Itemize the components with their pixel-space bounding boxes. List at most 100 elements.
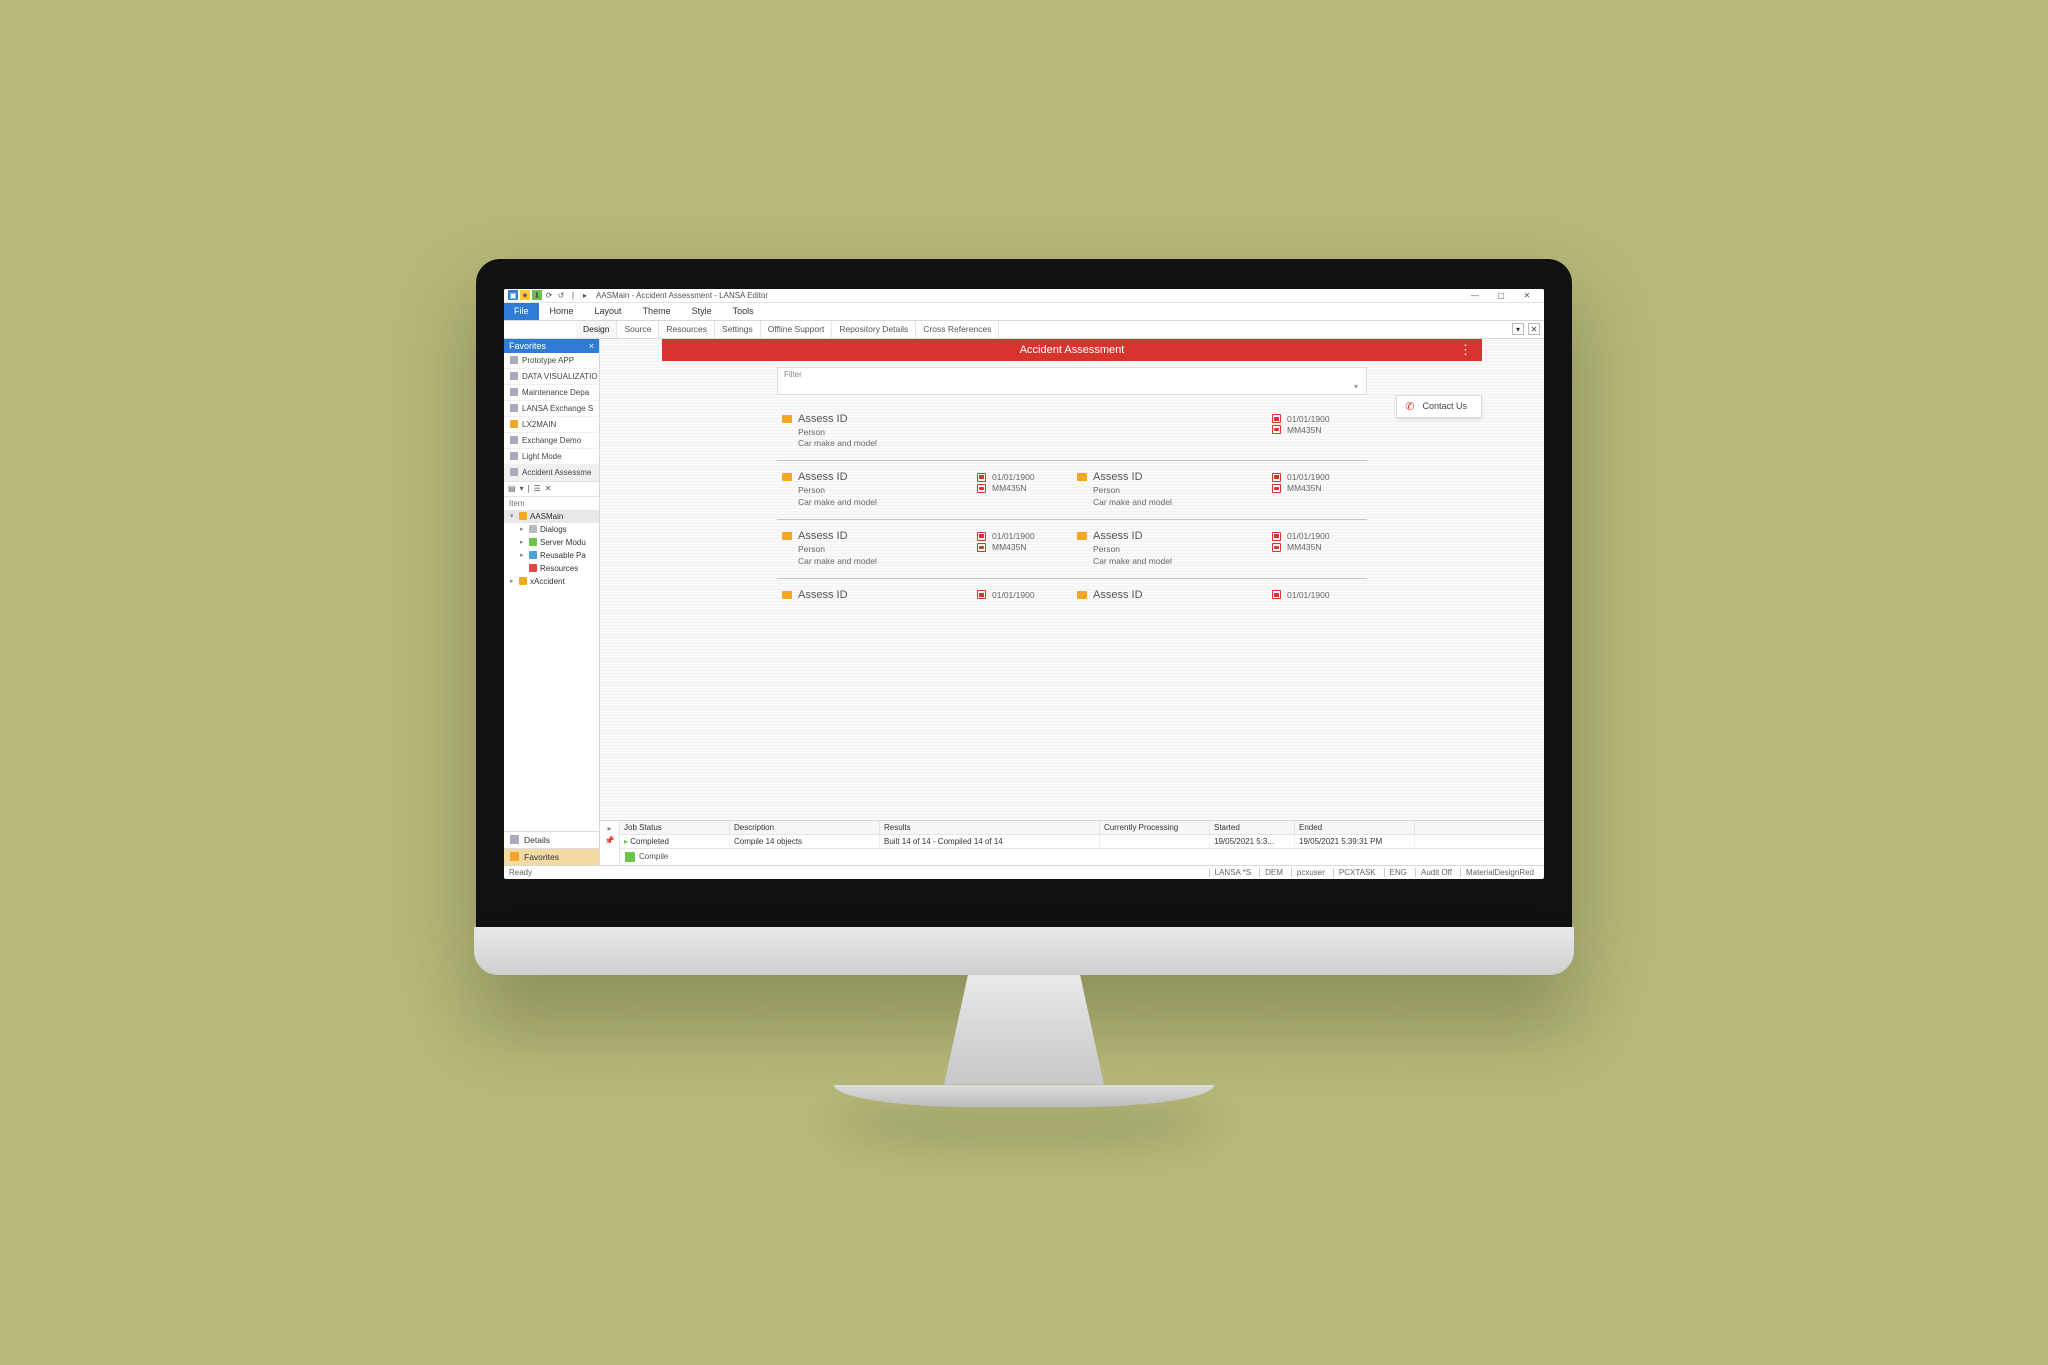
- qa-icon-6[interactable]: ▸: [580, 290, 590, 300]
- status-segment: DEM: [1259, 868, 1288, 877]
- subtab-settings[interactable]: Settings: [715, 321, 761, 338]
- project-tree: ▾AASMain ▸Dialogs ▸Server Modu ▸Reusable…: [504, 510, 599, 831]
- toolbar-icon[interactable]: ☰: [534, 484, 541, 493]
- folder-icon: [782, 591, 792, 599]
- qa-icon-3[interactable]: ⬇: [532, 290, 542, 300]
- fav-item[interactable]: Light Mode: [504, 449, 599, 465]
- folder-icon: [782, 532, 792, 540]
- tree-node[interactable]: ▸Server Modu: [504, 536, 599, 549]
- folder-icon: [1077, 532, 1087, 540]
- panel-handle-icon[interactable]: ▸: [607, 824, 611, 833]
- subtab-design[interactable]: Design: [576, 321, 617, 338]
- menu-style[interactable]: Style: [682, 303, 722, 320]
- tree-node[interactable]: ▸xAccident: [504, 575, 599, 588]
- tree-root[interactable]: ▾AASMain: [504, 510, 599, 523]
- assessment-card[interactable]: Assess ID PersonCar make and model 01/01…: [777, 530, 1072, 568]
- subtab-repo[interactable]: Repository Details: [832, 321, 916, 338]
- menu-theme[interactable]: Theme: [633, 303, 681, 320]
- design-canvas-area: Accident Assessment ⋮ Filter ▾ ✆ Contact…: [600, 339, 1544, 865]
- monitor-base: [834, 1085, 1214, 1107]
- preview-title: Accident Assessment: [1020, 344, 1125, 356]
- assessment-card[interactable]: Assess ID PersonCar make and model 01/01…: [1072, 471, 1367, 509]
- car-icon: [977, 484, 986, 493]
- assessment-card[interactable]: Assess ID PersonCar make and model 01/01…: [777, 471, 1072, 509]
- panel-close-icon[interactable]: ✕: [1528, 323, 1540, 335]
- menu-home[interactable]: Home: [540, 303, 584, 320]
- qa-icon-1[interactable]: ▣: [508, 290, 518, 300]
- compile-tab[interactable]: Compile: [620, 848, 1544, 865]
- car-icon: [1272, 425, 1281, 434]
- calendar-icon: [977, 590, 986, 599]
- calendar-icon: [1272, 414, 1281, 423]
- favorites-list: Prototype APP DATA VISUALIZATIO Maintena…: [504, 353, 599, 481]
- favorites-header: Favorites ×: [504, 339, 599, 353]
- subtab-source[interactable]: Source: [617, 321, 659, 338]
- panel-toggle-icon[interactable]: ▾: [1512, 323, 1524, 335]
- assessment-card[interactable]: Assess ID 01/01/1900: [1072, 589, 1367, 603]
- calendar-icon: [977, 532, 986, 541]
- monitor-mockup: ▣ ★ ⬇ ⟳ ↺ | ▸ AASMain - Accident Assessm…: [474, 259, 1574, 1107]
- job-table-row[interactable]: ▸ Completed Compile 14 objects Built 14 …: [620, 835, 1544, 848]
- status-segment: LANSA *S: [1209, 868, 1256, 877]
- chevron-down-icon: ▾: [1354, 382, 1358, 391]
- fav-item[interactable]: Exchange Demo: [504, 433, 599, 449]
- window-title: AASMain - Accident Assessment - LANSA Ed…: [596, 291, 768, 300]
- tree-node[interactable]: ▸Dialogs: [504, 523, 599, 536]
- fav-item[interactable]: LANSA Exchange S: [504, 401, 599, 417]
- fav-item[interactable]: DATA VISUALIZATIO: [504, 369, 599, 385]
- menu-tools[interactable]: Tools: [723, 303, 764, 320]
- car-icon: [977, 543, 986, 552]
- fav-item[interactable]: Maintenance Depa: [504, 385, 599, 401]
- window-titlebar: ▣ ★ ⬇ ⟳ ↺ | ▸ AASMain - Accident Assessm…: [504, 289, 1544, 303]
- favorites-toolbar: ▤▾ | ☰ ✕: [504, 481, 599, 497]
- assessment-card[interactable]: Assess ID PersonCar make and model 01/01…: [1072, 530, 1367, 568]
- assessment-card[interactable]: Assess ID Person Car make and model: [777, 413, 1367, 451]
- folder-icon: [782, 415, 792, 423]
- status-bar: Ready LANSA *S DEM pcxuser PCXTASK ENG A…: [504, 865, 1544, 879]
- favorites-panel: Favorites × Prototype APP DATA VISUALIZA…: [504, 339, 600, 865]
- minimize-button[interactable]: —: [1462, 289, 1488, 303]
- phone-icon: ✆: [1405, 400, 1414, 413]
- fav-item[interactable]: Prototype APP: [504, 353, 599, 369]
- subtab-resources[interactable]: Resources: [659, 321, 715, 338]
- qa-icon-4[interactable]: ⟳: [544, 290, 554, 300]
- qa-icon-2[interactable]: ★: [520, 290, 530, 300]
- pin-icon[interactable]: 📌: [605, 836, 615, 845]
- folder-icon: [1077, 591, 1087, 599]
- folder-icon: [782, 473, 792, 481]
- ribbon-menubar: File Home Layout Theme Style Tools: [504, 303, 1544, 321]
- close-button[interactable]: ✕: [1514, 289, 1540, 303]
- qa-icon-5[interactable]: ↺: [556, 290, 566, 300]
- calendar-icon: [1272, 590, 1281, 599]
- favorites-close-icon[interactable]: ×: [589, 341, 594, 351]
- status-segment: MaterialDesignRed: [1460, 868, 1539, 877]
- design-canvas[interactable]: Accident Assessment ⋮ Filter ▾ ✆ Contact…: [600, 339, 1544, 820]
- menu-layout[interactable]: Layout: [585, 303, 632, 320]
- job-status-panel: ▸ 📌 Job Status Description Results Curre…: [600, 820, 1544, 865]
- job-table-header: Job Status Description Results Currently…: [620, 821, 1544, 835]
- tree-node[interactable]: ▸Reusable Pa: [504, 549, 599, 562]
- more-icon[interactable]: ⋮: [1459, 342, 1472, 358]
- assessment-card[interactable]: Assess ID 01/01/1900: [777, 589, 1072, 603]
- subtab-xref[interactable]: Cross References: [916, 321, 999, 338]
- tree-header: Item: [504, 497, 599, 510]
- maximize-button[interactable]: ▢: [1488, 289, 1514, 303]
- status-segment: ENG: [1384, 868, 1412, 877]
- filter-dropdown[interactable]: Filter ▾: [777, 367, 1367, 395]
- status-segment: pcxuser: [1291, 868, 1330, 877]
- tab-details[interactable]: Details: [504, 831, 599, 848]
- car-icon: [1272, 484, 1281, 493]
- qa-divider: |: [568, 290, 578, 300]
- fav-item[interactable]: LX2MAIN: [504, 417, 599, 433]
- tab-favorites[interactable]: Favorites: [504, 848, 599, 865]
- contact-us-button[interactable]: ✆ Contact Us: [1396, 395, 1482, 418]
- tree-node[interactable]: Resources: [504, 562, 599, 575]
- subtab-offline[interactable]: Offline Support: [761, 321, 833, 338]
- editor-subtabs: Design Source Resources Settings Offline…: [504, 321, 1544, 339]
- toolbar-close-icon[interactable]: ✕: [545, 484, 552, 493]
- preview-appbar: Accident Assessment ⋮: [662, 339, 1482, 361]
- menu-file[interactable]: File: [504, 303, 539, 320]
- folder-icon: [1077, 473, 1087, 481]
- toolbar-icon[interactable]: ▤: [508, 484, 516, 493]
- fav-item[interactable]: Accident Assessme: [504, 465, 599, 481]
